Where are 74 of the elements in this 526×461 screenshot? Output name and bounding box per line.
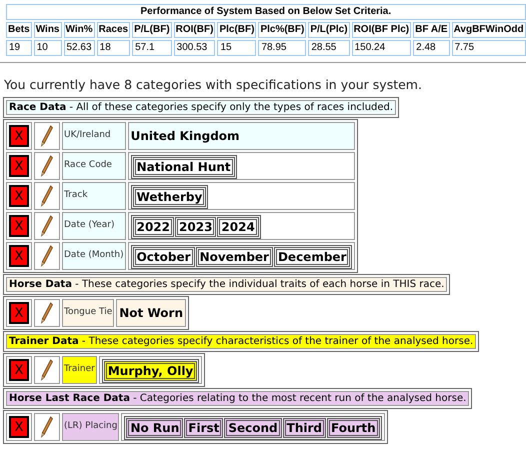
pencil-icon[interactable]	[40, 185, 54, 207]
pencil-icon[interactable]	[40, 215, 54, 237]
category-label: Date (Month)	[62, 242, 126, 270]
section-description: - All of these categories specify only the types of races included.	[69, 102, 394, 113]
column-header: Win%	[64, 22, 95, 38]
category-value: 2023	[175, 216, 216, 236]
table-cell: 2.48	[413, 40, 450, 56]
category-value: Wetherby	[132, 186, 206, 206]
category-value: United Kingdom	[128, 122, 356, 150]
delete-button[interactable]: X	[9, 155, 29, 177]
pencil-icon[interactable]	[40, 416, 54, 438]
delete-button[interactable]: X	[9, 302, 29, 324]
category-value: First	[184, 418, 224, 438]
section-description: - Categories relating to the most recent run of the analysed horse.	[133, 393, 466, 404]
section-description: - These categories specify characteristics of the trainer of the analysed horse.	[82, 336, 474, 347]
column-header: Races	[96, 22, 130, 38]
table-cell: 57.1	[132, 40, 172, 56]
category-label: Date (Year)	[62, 212, 126, 240]
table-cell: 150.24	[352, 40, 412, 56]
category-value: Fourth	[327, 418, 380, 438]
column-header: ROI(BF Plc)	[352, 22, 412, 38]
delete-button[interactable]: X	[9, 185, 29, 207]
category-value: Murphy, Olly	[104, 360, 198, 380]
table-cell: 10	[34, 40, 62, 56]
category-label: UK/Ireland	[62, 122, 126, 150]
table-cell: 15	[217, 40, 256, 56]
section-title: Horse Last Race Data	[9, 393, 130, 404]
category-value: Not Worn	[116, 299, 186, 327]
delete-button[interactable]: X	[9, 125, 29, 147]
table-cell: 19	[6, 40, 32, 56]
pencil-icon[interactable]	[40, 302, 54, 324]
category-value: November	[196, 246, 273, 266]
section-title: Trainer Data	[9, 336, 79, 347]
category-label: (LR) Placing	[62, 413, 120, 441]
category-value: Second	[224, 418, 282, 438]
category-label: Track	[62, 182, 126, 210]
section-title: Horse Data	[9, 279, 72, 290]
table-cell: 18	[96, 40, 130, 56]
table-cell: 300.53	[174, 40, 216, 56]
table-cell: 7.75	[452, 40, 526, 56]
category-value: National Hunt	[132, 156, 235, 176]
column-header: BF A/E	[413, 22, 450, 38]
delete-button[interactable]: X	[9, 416, 29, 438]
column-header: P/L(Plc)	[308, 22, 350, 38]
category-value: 2024	[217, 216, 259, 236]
category-label: Trainer	[62, 356, 97, 384]
column-header: AvgBFWinOdd	[452, 22, 526, 38]
delete-button[interactable]: X	[9, 359, 29, 381]
pencil-icon[interactable]	[40, 125, 54, 147]
category-value: October	[132, 246, 195, 266]
column-header: Plc%(BF)	[258, 22, 306, 38]
column-header: P/L(BF)	[132, 22, 172, 38]
category-label: Race Code	[62, 152, 126, 180]
table-title: Performance of System Based on Below Set Criteria.	[6, 4, 526, 20]
pencil-icon[interactable]	[40, 155, 54, 177]
table-cell: 78.95	[258, 40, 306, 56]
section-title: Race Data	[9, 102, 66, 113]
column-header: Plc(BF)	[217, 22, 256, 38]
summary-text: You currently have 8 categories with specifications in your system.	[4, 77, 423, 92]
category-value: Third	[282, 418, 326, 438]
pencil-icon[interactable]	[40, 359, 54, 381]
category-value: No Run	[126, 418, 184, 438]
column-header: Bets	[6, 22, 32, 38]
category-value: December	[274, 246, 350, 266]
section-description: - These categories specify the individual traits of each horse in THIS race.	[75, 279, 444, 290]
delete-button[interactable]: X	[9, 245, 29, 267]
table-cell: 52.63	[64, 40, 95, 56]
category-value: 2022	[132, 216, 174, 236]
column-header: Wins	[34, 22, 62, 38]
table-cell: 28.55	[308, 40, 350, 56]
category-label: Tongue Tie	[62, 299, 114, 327]
delete-button[interactable]: X	[9, 215, 29, 237]
pencil-icon[interactable]	[40, 245, 54, 267]
column-header: ROI(BF)	[174, 22, 216, 38]
